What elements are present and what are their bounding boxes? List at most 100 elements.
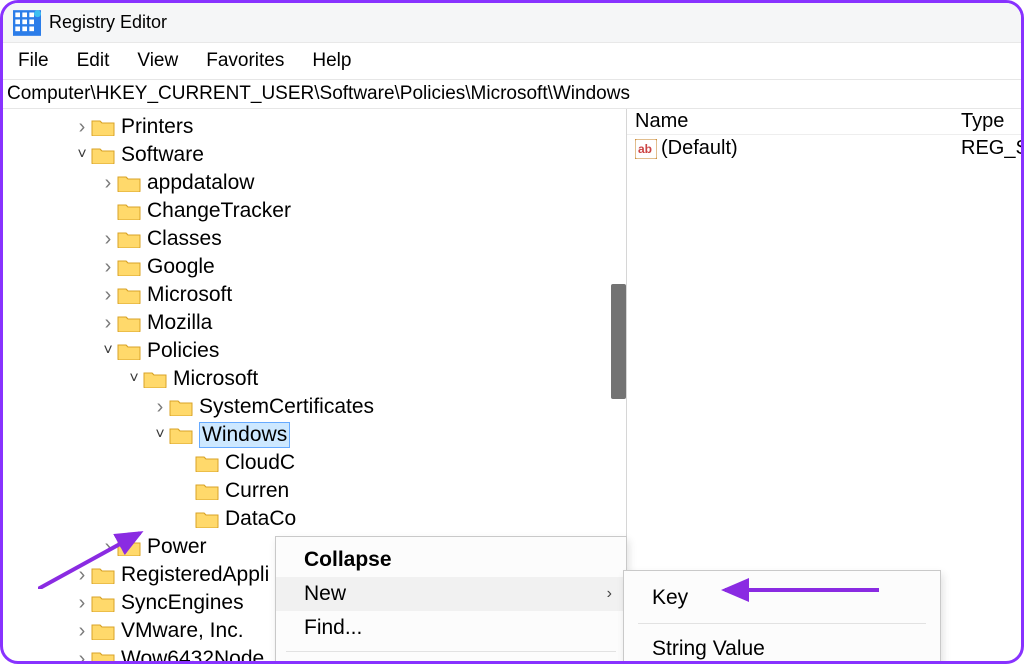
folder-icon — [91, 146, 115, 164]
chevron-down-icon[interactable]: ˅ — [151, 426, 169, 444]
tree-item[interactable]: › Classes — [3, 225, 626, 253]
folder-icon — [143, 370, 167, 388]
chevron-right-icon[interactable]: › — [73, 564, 91, 587]
tree-item[interactable]: › Microsoft — [3, 281, 626, 309]
folder-icon — [91, 594, 115, 612]
tree-item[interactable]: ˅Microsoft — [3, 365, 626, 393]
chevron-right-icon[interactable]: › — [73, 116, 91, 139]
tree-item-label: Policies — [147, 339, 219, 363]
details-column-headers[interactable]: Name Type — [627, 109, 1021, 135]
menu-separator — [286, 651, 616, 652]
tree-item[interactable]: ˅ Windows — [3, 421, 626, 449]
context-menu-item[interactable]: New› — [276, 577, 626, 611]
folder-icon — [91, 566, 115, 584]
tree-item[interactable]: › appdatalow — [3, 169, 626, 197]
chevron-right-icon[interactable]: › — [99, 284, 117, 307]
column-type[interactable]: Type — [961, 110, 1021, 133]
chevron-down-icon[interactable]: ˅ — [99, 342, 117, 360]
tree-item-label: Mozilla — [147, 311, 212, 335]
tree-item[interactable]: ›Google — [3, 253, 626, 281]
address-path: Computer\HKEY_CURRENT_USER\Software\Poli… — [7, 83, 630, 105]
menu-view[interactable]: View — [131, 48, 184, 74]
folder-icon — [169, 398, 193, 416]
tree-item-label: Power — [147, 535, 207, 559]
window-title: Registry Editor — [49, 12, 167, 33]
folder-icon — [117, 258, 141, 276]
tree-item-label: CloudC — [225, 451, 295, 475]
tree-item[interactable]: CloudC — [3, 449, 626, 477]
tree-item[interactable]: Curren — [3, 477, 626, 505]
tree-item-label: Printers — [121, 115, 193, 139]
menu-bar: File Edit View Favorites Help — [3, 43, 1021, 79]
tree-item-label: SyncEngines — [121, 591, 244, 615]
chevron-right-icon[interactable]: › — [99, 256, 117, 279]
value-row[interactable]: ab (Default) REG_SZ — [627, 135, 1021, 160]
tree-item-label: Curren — [225, 479, 289, 503]
menu-file[interactable]: File — [12, 48, 55, 74]
main-area: ›Printers˅Software›appdatalowChangeTrack… — [3, 109, 1021, 661]
menu-edit[interactable]: Edit — [71, 48, 116, 74]
submenu-item[interactable]: Key — [624, 579, 940, 617]
folder-icon — [117, 202, 141, 220]
window-frame: Registry Editor File Edit View Favorites… — [0, 0, 1024, 664]
tree-item[interactable]: › Mozilla — [3, 309, 626, 337]
folder-icon — [91, 650, 115, 661]
chevron-right-icon[interactable]: › — [99, 172, 117, 195]
tree-item[interactable]: ˅ Policies — [3, 337, 626, 365]
svg-text:ab: ab — [638, 142, 652, 156]
tree-item-label: RegisteredAppli — [121, 563, 269, 587]
chevron-right-icon[interactable]: › — [73, 592, 91, 615]
tree-item-label: Microsoft — [147, 283, 232, 307]
folder-icon — [117, 342, 141, 360]
address-bar[interactable]: Computer\HKEY_CURRENT_USER\Software\Poli… — [3, 79, 1021, 109]
folder-icon — [117, 174, 141, 192]
folder-icon — [169, 426, 193, 444]
chevron-right-icon[interactable]: › — [151, 396, 169, 419]
tree-item[interactable]: › Printers — [3, 113, 626, 141]
menu-favorites[interactable]: Favorites — [200, 48, 290, 74]
tree-item-label: ChangeTracker — [147, 199, 291, 223]
folder-icon — [195, 454, 219, 472]
context-menu-item[interactable]: Delete — [276, 658, 626, 664]
chevron-right-icon[interactable]: › — [99, 312, 117, 335]
scrollbar-thumb[interactable] — [611, 284, 626, 399]
string-value-icon: ab — [635, 139, 657, 159]
tree-item[interactable]: ChangeTracker — [3, 197, 626, 225]
context-menu-item[interactable]: Collapse — [276, 543, 626, 577]
tree-item-label: Wow6432Node — [121, 647, 264, 661]
tree-item-label: Windows — [199, 422, 290, 448]
tree-item-label: SystemCertificates — [199, 395, 374, 419]
menu-separator — [638, 623, 926, 624]
tree-item-label: appdatalow — [147, 171, 254, 195]
folder-icon — [117, 314, 141, 332]
chevron-down-icon[interactable]: ˅ — [125, 370, 143, 388]
context-menu: CollapseNew›Find...DeleteRenameExport — [275, 536, 627, 664]
tree-item[interactable]: › SystemCertificates — [3, 393, 626, 421]
folder-icon — [195, 482, 219, 500]
title-bar: Registry Editor — [3, 3, 1021, 43]
folder-icon — [91, 118, 115, 136]
column-name[interactable]: Name — [635, 110, 961, 133]
chevron-right-icon[interactable]: › — [99, 228, 117, 251]
tree-item[interactable]: DataCo — [3, 505, 626, 533]
value-type: REG_SZ — [961, 137, 1021, 160]
chevron-right-icon: › — [607, 585, 612, 603]
tree-item-label: Classes — [147, 227, 222, 251]
chevron-right-icon[interactable]: › — [73, 620, 91, 643]
chevron-down-icon[interactable]: ˅ — [73, 146, 91, 164]
folder-icon — [117, 538, 141, 556]
folder-icon — [117, 286, 141, 304]
folder-icon — [117, 230, 141, 248]
folder-icon — [195, 510, 219, 528]
tree-item-label: VMware, Inc. — [121, 619, 244, 643]
tree-item[interactable]: ˅ Software — [3, 141, 626, 169]
app-icon — [13, 10, 41, 36]
value-name: (Default) — [661, 137, 961, 160]
context-menu-item[interactable]: Find... — [276, 611, 626, 645]
chevron-right-icon[interactable]: › — [99, 536, 117, 559]
tree-item-label: Software — [121, 143, 204, 167]
submenu-item[interactable]: String Value — [624, 630, 940, 664]
tree-item-label: DataCo — [225, 507, 296, 531]
menu-help[interactable]: Help — [306, 48, 357, 74]
chevron-right-icon[interactable]: › — [73, 648, 91, 662]
